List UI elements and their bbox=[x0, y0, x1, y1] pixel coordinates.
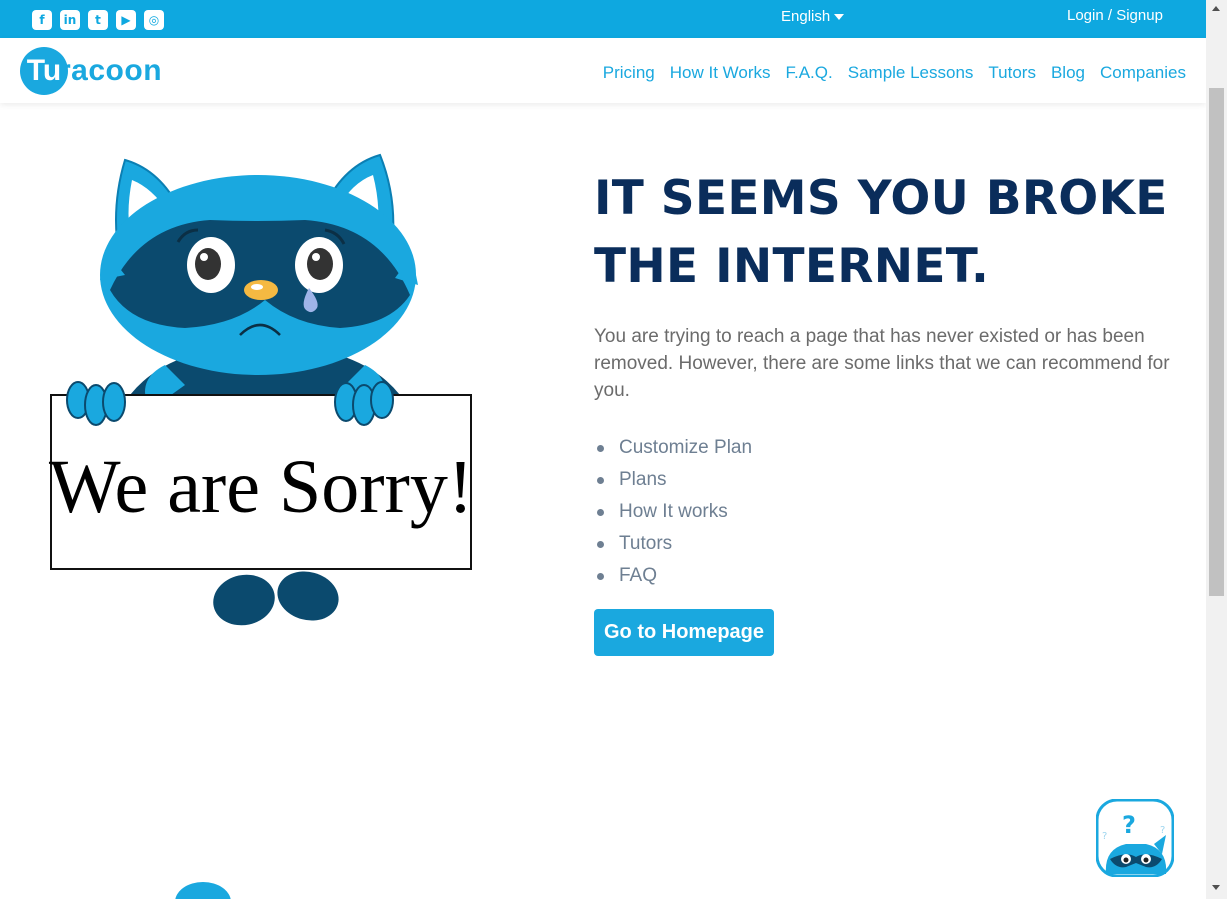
login-signup-link[interactable]: Login / Signup bbox=[1067, 7, 1163, 24]
scroll-up-icon[interactable] bbox=[1212, 6, 1220, 11]
language-label: English bbox=[781, 8, 831, 25]
error-description: You are trying to reach a page that has … bbox=[594, 326, 1170, 401]
bullet-icon bbox=[597, 444, 604, 452]
raccoon-svg: We are Sorry! bbox=[49, 153, 473, 626]
help-raccoon-icon: ? ? ? bbox=[1095, 798, 1175, 878]
link-tutors[interactable]: Tutors bbox=[619, 528, 672, 560]
page-scrollbar[interactable] bbox=[1206, 0, 1227, 899]
svg-text:?: ? bbox=[1160, 825, 1165, 836]
list-item: Tutors bbox=[594, 528, 1184, 560]
language-selector[interactable]: English bbox=[781, 8, 845, 25]
nav-item-pricing[interactable]: Pricing bbox=[603, 63, 655, 83]
main-nav: Tu racoon Pricing How It Works F.A.Q. Sa… bbox=[0, 38, 1206, 103]
caret-down-icon bbox=[834, 13, 845, 20]
link-plans[interactable]: Plans bbox=[619, 464, 667, 496]
sign-text: We are Sorry! bbox=[49, 445, 473, 529]
list-item: Customize Plan bbox=[594, 432, 1184, 464]
top-bar: f in t ▶ ◎ English Login / Signup bbox=[0, 0, 1206, 38]
nav-item-tutors[interactable]: Tutors bbox=[988, 63, 1036, 83]
svg-text:?: ? bbox=[1122, 811, 1136, 839]
nav-item-blog[interactable]: Blog bbox=[1051, 63, 1085, 83]
facebook-icon[interactable]: f bbox=[32, 10, 52, 30]
link-faq[interactable]: FAQ bbox=[619, 560, 657, 592]
bullet-icon bbox=[597, 508, 604, 516]
instagram-icon[interactable]: ◎ bbox=[144, 10, 164, 30]
error-content: IT SEEMS YOU BROKE THE INTERNET. You are… bbox=[594, 165, 1184, 656]
nav-menu: Pricing How It Works F.A.Q. Sample Lesso… bbox=[603, 63, 1186, 83]
social-links: f in t ▶ ◎ bbox=[32, 10, 164, 30]
recommended-links: Customize Plan Plans How It works Tutors… bbox=[594, 432, 1184, 592]
list-item: Plans bbox=[594, 464, 1184, 496]
youtube-icon[interactable]: ▶ bbox=[116, 10, 136, 30]
link-how-it-works[interactable]: How It works bbox=[619, 496, 728, 528]
sorry-raccoon-illustration: We are Sorry! bbox=[40, 150, 490, 630]
scroll-down-icon[interactable] bbox=[1212, 885, 1220, 890]
scrollbar-thumb[interactable] bbox=[1209, 88, 1224, 596]
heading-line-2: THE INTERNET. bbox=[594, 239, 990, 294]
linkedin-icon[interactable]: in bbox=[60, 10, 80, 30]
help-chat-widget[interactable]: ? ? ? bbox=[1095, 798, 1175, 878]
bullet-icon bbox=[597, 540, 604, 548]
list-item: How It works bbox=[594, 496, 1184, 528]
logo-wordmark: racoon bbox=[59, 54, 163, 87]
list-item: FAQ bbox=[594, 560, 1184, 592]
go-to-homepage-button[interactable]: Go to Homepage bbox=[594, 609, 775, 656]
bullet-icon bbox=[597, 572, 604, 580]
nav-item-companies[interactable]: Companies bbox=[1100, 63, 1186, 83]
twitter-icon[interactable]: t bbox=[88, 10, 108, 30]
link-customize-plan[interactable]: Customize Plan bbox=[619, 432, 752, 464]
nav-item-sample-lessons[interactable]: Sample Lessons bbox=[848, 63, 974, 83]
bullet-icon bbox=[597, 476, 604, 484]
heading-line-1: IT SEEMS YOU BROKE bbox=[594, 171, 1168, 226]
page-heading: IT SEEMS YOU BROKE THE INTERNET. bbox=[594, 165, 1184, 301]
nav-item-how-it-works[interactable]: How It Works bbox=[670, 63, 771, 83]
decorative-blob bbox=[175, 882, 231, 899]
nav-item-faq[interactable]: F.A.Q. bbox=[786, 63, 833, 83]
svg-text:?: ? bbox=[1102, 831, 1107, 842]
turacoon-logo[interactable]: Tu racoon bbox=[20, 47, 162, 95]
